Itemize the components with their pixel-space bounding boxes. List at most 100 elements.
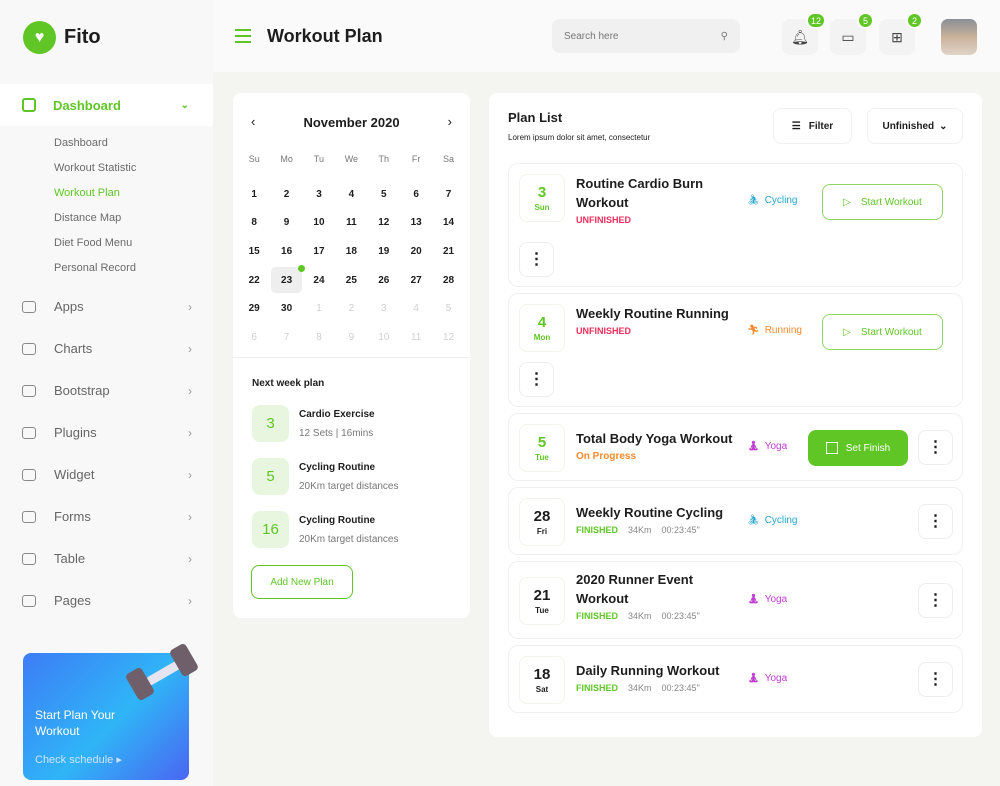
heart-icon	[22, 426, 36, 439]
status-select[interactable]: Unfinished ⌄	[867, 108, 963, 144]
weekday-label: Tu	[313, 153, 325, 164]
submenu-item[interactable]: Personal Record	[54, 262, 136, 274]
calendar-day[interactable]: 13	[400, 208, 432, 237]
calendar-day[interactable]: 19	[368, 237, 400, 266]
calendar-day[interactable]: 18	[335, 237, 367, 266]
add-new-plan-button[interactable]: Add New Plan	[251, 565, 353, 599]
promo-card[interactable]: Start Plan Your Workout Check schedule ▸	[23, 643, 198, 780]
calendar-day[interactable]: 20	[400, 237, 432, 266]
sliders-icon	[22, 342, 36, 355]
start-workout-button[interactable]: ▷ Start Workout	[822, 184, 943, 220]
sidebar-item-widget[interactable]: Widget ›	[22, 467, 192, 482]
globe-icon	[22, 384, 36, 397]
plan-row: 28 Fri Weekly Routine Cycling FINISHED 34K…	[508, 487, 963, 555]
submenu-item[interactable]: Workout Plan	[54, 187, 120, 199]
calendar-day-next-month[interactable]: 3	[368, 294, 400, 323]
calendar-day[interactable]: 29	[238, 294, 270, 323]
calendar-day-next-month[interactable]: 12	[432, 323, 464, 352]
next-week-item[interactable]: 5 Cycling Routine 20Km target distances	[252, 458, 399, 495]
sidebar-item-plugins[interactable]: Plugins ›	[22, 425, 192, 440]
weekday-label: Sa	[443, 153, 455, 164]
set-finish-button[interactable]: Set Finish	[808, 430, 908, 466]
calendar-day[interactable]: 14	[432, 208, 464, 237]
calendar-day[interactable]: 4	[335, 180, 367, 209]
calendar-day[interactable]: 24	[303, 266, 335, 295]
calendar-day[interactable]: 30	[270, 294, 302, 323]
calendar-day[interactable]: 2	[270, 180, 302, 209]
more-options-button[interactable]: ⋮	[519, 242, 554, 277]
checkbox-icon	[825, 442, 838, 454]
sidebar-item-forms[interactable]: Forms ›	[22, 509, 192, 524]
calendar-day-next-month[interactable]: 1	[303, 294, 335, 323]
submenu-item[interactable]: Distance Map	[54, 212, 121, 224]
calendar-day-next-month[interactable]: 9	[335, 323, 367, 352]
more-options-button[interactable]: ⋮	[918, 504, 953, 539]
workout-type: 🧘︎ Yoga	[747, 441, 787, 452]
calendar-day[interactable]: 26	[368, 266, 400, 295]
calendar-day[interactable]: 21	[432, 237, 464, 266]
next-week-item[interactable]: 3 Cardio Exercise 12 Sets | 16mins	[252, 405, 375, 442]
avatar[interactable]	[941, 19, 977, 55]
calendar-day[interactable]: 22	[238, 266, 270, 295]
calendar-day[interactable]: 6	[400, 180, 432, 209]
search-input[interactable]: Search here ⚲	[552, 19, 740, 53]
calendar-day[interactable]: 9	[270, 208, 302, 237]
calendar-day[interactable]: 1	[238, 180, 270, 209]
status-text: FINISHED	[576, 683, 619, 693]
filter-button[interactable]: ☰ Filter	[773, 108, 852, 144]
sidebar-item-label: Bootstrap	[54, 383, 110, 398]
calendar-day-next-month[interactable]: 10	[368, 323, 400, 352]
notifications-button[interactable]: 🔔︎ 12	[782, 12, 826, 55]
calendar-day-next-month[interactable]: 7	[270, 323, 302, 352]
calendar-day[interactable]: 12	[368, 208, 400, 237]
logo[interactable]: ♥ Fito	[23, 21, 101, 54]
calendar-day[interactable]: 17	[303, 237, 335, 266]
gifts-button[interactable]: ⊞ 2	[879, 12, 923, 55]
promo-link-label: Check schedule	[35, 754, 114, 766]
submenu-item[interactable]: Workout Statistic	[54, 162, 136, 174]
search-icon[interactable]: ⚲	[721, 31, 728, 42]
more-options-button[interactable]: ⋮	[519, 362, 554, 397]
brand-name: Fito	[64, 26, 101, 48]
calendar-day-next-month[interactable]: 8	[303, 323, 335, 352]
more-options-button[interactable]: ⋮	[918, 430, 953, 465]
calendar-day-next-month[interactable]: 5	[432, 294, 464, 323]
sidebar-item-charts[interactable]: Charts ›	[22, 341, 192, 356]
check-schedule-link[interactable]: Check schedule ▸	[35, 753, 122, 766]
calendar-day-next-month[interactable]: 2	[335, 294, 367, 323]
sidebar-item-table[interactable]: Table ›	[22, 551, 192, 566]
calendar-day[interactable]: 23	[271, 264, 306, 294]
calendar-day[interactable]: 28	[432, 266, 464, 295]
sidebar-item-dashboard[interactable]: Dashboard ⌄	[0, 84, 213, 126]
menu-icon[interactable]	[235, 29, 251, 47]
chevron-right-icon[interactable]: ›	[448, 114, 452, 129]
more-options-button[interactable]: ⋮	[918, 583, 953, 618]
calendar-day[interactable]: 7	[432, 180, 464, 209]
next-week-item[interactable]: 16 Cycling Routine 20Km target distances	[252, 511, 399, 548]
calendar-day[interactable]: 15	[238, 237, 270, 266]
calendar-day-next-month[interactable]: 6	[238, 323, 270, 352]
sidebar-item-apps[interactable]: Apps ›	[22, 299, 192, 314]
calendar-day[interactable]: 11	[335, 208, 367, 237]
more-options-button[interactable]: ⋮	[918, 662, 953, 697]
sidebar-item-bootstrap[interactable]: Bootstrap ›	[22, 383, 192, 398]
plan-status: UNFINISHED	[576, 326, 631, 336]
calendar-day[interactable]: 3	[303, 180, 335, 209]
calendar-day-next-month[interactable]: 4	[400, 294, 432, 323]
running-icon: 🏃︎	[747, 325, 760, 336]
messages-button[interactable]: ▭ 5	[830, 12, 874, 55]
distance: 34Km	[628, 525, 652, 535]
plan-name: Weekly Routine Cycling	[576, 505, 724, 520]
calendar-day[interactable]: 16	[270, 237, 302, 266]
calendar-day-next-month[interactable]: 11	[400, 323, 432, 352]
submenu-item[interactable]: Diet Food Menu	[54, 237, 132, 249]
calendar-day[interactable]: 5	[368, 180, 400, 209]
calendar-day[interactable]: 8	[238, 208, 270, 237]
calendar-day[interactable]: 10	[303, 208, 335, 237]
calendar-day[interactable]: 27	[400, 266, 432, 295]
plan-weekday: Tue	[535, 453, 549, 462]
sidebar-item-pages[interactable]: Pages ›	[22, 593, 192, 608]
start-workout-button[interactable]: ▷ Start Workout	[822, 314, 943, 350]
submenu-item[interactable]: Dashboard	[54, 137, 108, 149]
calendar-day[interactable]: 25	[335, 266, 367, 295]
